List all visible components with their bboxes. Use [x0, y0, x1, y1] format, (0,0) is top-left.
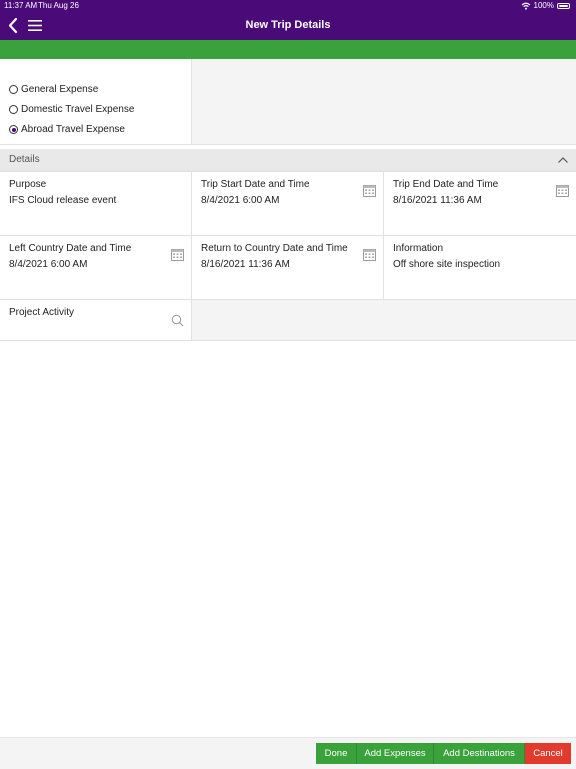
expense-type-empty-area — [192, 59, 576, 145]
action-bar: Done Add Expenses Add Destinations Cance… — [0, 737, 576, 769]
information-field[interactable]: Information Off shore site inspection — [384, 236, 576, 300]
nav-bar: New Trip Details — [0, 11, 576, 40]
radio-general-expense[interactable]: General Expense — [9, 84, 98, 95]
details-section-label: Details — [9, 154, 40, 165]
battery-percent: 100% — [533, 1, 554, 10]
radio-button-icon — [9, 105, 18, 114]
radio-domestic-travel-expense[interactable]: Domestic Travel Expense — [9, 104, 134, 115]
trip-start-value: 8/4/2021 6:00 AM — [201, 195, 280, 206]
radio-abroad-travel-expense[interactable]: Abroad Travel Expense — [9, 124, 125, 135]
trip-start-field[interactable]: Trip Start Date and Time 8/4/2021 6:00 A… — [192, 172, 384, 236]
page-title: New Trip Details — [245, 19, 331, 31]
radio-label: Domestic Travel Expense — [21, 104, 135, 115]
details-section-header[interactable]: Details — [0, 149, 576, 172]
left-country-value: 8/4/2021 6:00 AM — [9, 259, 88, 270]
battery-icon — [557, 2, 570, 9]
wifi-icon — [521, 2, 530, 10]
expense-type-panel: General Expense Domestic Travel Expense … — [0, 59, 192, 145]
calendar-icon[interactable] — [171, 248, 184, 261]
radio-button-selected-icon — [9, 125, 18, 134]
information-value: Off shore site inspection — [393, 259, 501, 270]
purpose-value: IFS Cloud release event — [9, 195, 117, 206]
calendar-icon[interactable] — [363, 248, 376, 261]
cancel-button[interactable]: Cancel — [525, 743, 571, 764]
radio-label: Abroad Travel Expense — [21, 124, 125, 135]
accent-bar — [0, 40, 576, 59]
status-bar: 11:37 AM Thu Aug 26 100% — [0, 0, 576, 11]
return-country-label: Return to Country Date and Time — [201, 243, 348, 254]
return-country-field[interactable]: Return to Country Date and Time 8/16/202… — [192, 236, 384, 300]
trip-start-label: Trip Start Date and Time — [201, 179, 310, 190]
left-country-field[interactable]: Left Country Date and Time 8/4/2021 6:00… — [0, 236, 192, 300]
return-country-value: 8/16/2021 11:36 AM — [201, 259, 290, 270]
status-right: 100% — [521, 0, 570, 11]
add-destinations-button[interactable]: Add Destinations — [434, 743, 525, 764]
status-time: 11:37 AM — [4, 1, 38, 10]
radio-button-icon — [9, 85, 18, 94]
calendar-icon[interactable] — [556, 184, 569, 197]
purpose-field[interactable]: Purpose IFS Cloud release event — [0, 172, 192, 236]
trip-end-field[interactable]: Trip End Date and Time 8/16/2021 11:36 A… — [384, 172, 576, 236]
empty-cell — [192, 300, 576, 341]
trip-end-value: 8/16/2021 11:36 AM — [393, 195, 482, 206]
information-label: Information — [393, 243, 444, 254]
add-expenses-button[interactable]: Add Expenses — [357, 743, 434, 764]
project-activity-label: Project Activity — [9, 307, 75, 318]
trip-end-label: Trip End Date and Time — [393, 179, 499, 190]
left-country-label: Left Country Date and Time — [9, 243, 132, 254]
chevron-up-icon[interactable] — [557, 155, 569, 165]
done-button[interactable]: Done — [316, 743, 357, 764]
search-icon[interactable] — [171, 314, 184, 327]
project-activity-field[interactable]: Project Activity — [0, 300, 192, 341]
calendar-icon[interactable] — [363, 184, 376, 197]
radio-label: General Expense — [21, 84, 99, 95]
status-date: Thu Aug 26 — [38, 1, 79, 10]
purpose-label: Purpose — [9, 179, 47, 190]
